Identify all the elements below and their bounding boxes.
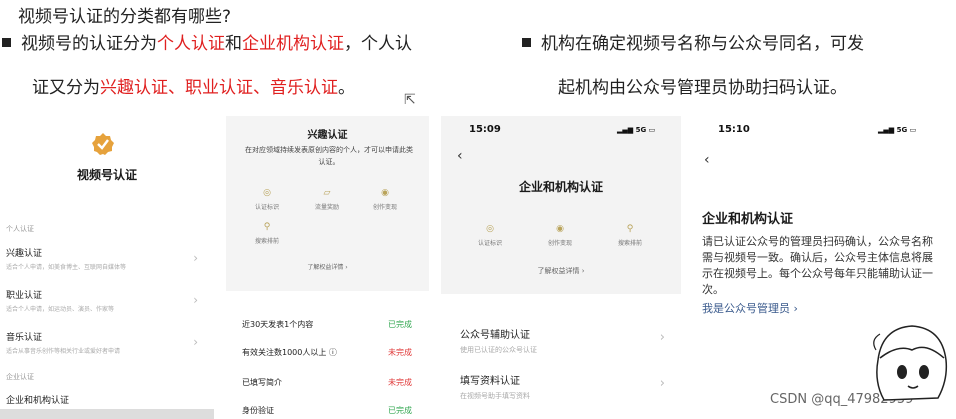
item-name: 职业认证 xyxy=(6,291,43,301)
taskbar-strip xyxy=(0,409,214,419)
item-desc: 适合个人申请，如运动员、演员、作家等 xyxy=(6,306,115,313)
bullet1-red-subtypes: 兴趣认证、职业认证、音乐认证 xyxy=(100,78,338,98)
screenshot-interest-auth: 兴趣认证 在对应领域持续发表原创内容的个人，才可以申请此类认证。 ◎ 认证标识 ▱… xyxy=(226,116,429,419)
coin-icon: ◉ xyxy=(556,224,564,234)
benefit-monetize: ◉ 创作变现 xyxy=(537,224,583,247)
check-circle-icon: ◎ xyxy=(263,188,271,198)
back-icon[interactable]: ‹ xyxy=(704,152,710,168)
benefit-label: 流量奖励 xyxy=(314,204,339,211)
benefit-label: 创作变现 xyxy=(372,204,397,211)
req-row: 身份验证 已完成 xyxy=(242,405,412,416)
panel2-desc: 在对应领域持续发表原创内容的个人，才可以申请此类认证。 xyxy=(245,146,413,166)
chart-icon: ▱ xyxy=(323,188,331,198)
list-item-interest[interactable]: 兴趣认证 适合个人申请，如美食博主、互联网自媒体等 › xyxy=(6,246,206,271)
req-row: 有效关注数1000人以上 ⓘ 未完成 xyxy=(242,347,412,358)
network-label: 5G xyxy=(896,126,908,134)
mouse-cursor-icon: ⇱ xyxy=(404,92,416,108)
benefit-label: 认证标识 xyxy=(254,204,279,211)
req-row: 已填写简介 未完成 xyxy=(242,377,412,388)
item-desc: 适合个人申请，如美食博主、互联网自媒体等 xyxy=(6,264,127,271)
option-desc: 在视频号助手填写资料 xyxy=(460,392,530,400)
bullet1-text-c: 和 xyxy=(225,34,242,54)
bullet2-line1: 机构在确定视频号名称与公众号同名，可发 xyxy=(541,34,864,54)
chevron-right-icon: › xyxy=(193,335,198,349)
mp-admin-link[interactable]: 我是公众号管理员 › xyxy=(702,300,798,316)
option-fill-info[interactable]: 填写资料认证 在视频号助手填写资料 › xyxy=(460,372,665,401)
benefit-traffic: ▱ 流量奖励 xyxy=(304,188,350,211)
chevron-right-icon: › xyxy=(659,330,665,345)
screenshot-org-auth-options: 15:09 ▂▄▆ 5G ▭ ‹ 企业和机构认证 ◎ 认证标识 ◉ 创作变现 ⚲ 搜索… xyxy=(441,116,681,419)
list-item-org[interactable]: 企业和机构认证 xyxy=(6,393,206,406)
panel4-title: 企业和机构认证 xyxy=(702,212,794,227)
benefit-search: ⚲ 搜索排前 xyxy=(607,224,653,247)
req-label: 近30天发表1个内容 xyxy=(242,320,314,329)
bullet1-text-a: 视频号的认证分为 xyxy=(21,34,157,54)
req-status: 未完成 xyxy=(388,348,412,357)
panel1-title: 视频号认证 xyxy=(76,168,137,182)
bullet1-red-org: 企业机构认证 xyxy=(242,34,344,54)
section-org: 企业认证 xyxy=(6,373,34,381)
benefit-label: 搜索排前 xyxy=(254,238,279,245)
benefit-badge: ◎ 认证标识 xyxy=(244,188,290,211)
bullet-square-icon xyxy=(2,38,11,47)
item-name: 兴趣认证 xyxy=(6,249,43,259)
bullet1-text-e: ，个人认 xyxy=(344,34,412,54)
option-name: 公众号辅助认证 xyxy=(460,330,530,341)
status-time: 15:09 xyxy=(469,124,501,135)
chevron-right-icon: › xyxy=(659,376,665,391)
section-personal: 个人认证 xyxy=(6,225,34,233)
screenshot-channel-auth: 视频号认证 个人认证 兴趣认证 适合个人申请，如美食博主、互联网自媒体等 › 职… xyxy=(0,116,214,419)
option-name: 填写资料认证 xyxy=(460,376,520,387)
search-icon: ⚲ xyxy=(263,222,271,232)
option-desc: 使用已认证的公众号认证 xyxy=(460,346,537,354)
bullet1-text-h: 。 xyxy=(338,78,355,98)
bullet-square-icon xyxy=(522,38,531,47)
req-status: 已完成 xyxy=(388,406,412,415)
req-status: 已完成 xyxy=(388,320,412,329)
status-time: 15:10 xyxy=(718,124,750,135)
bullet1-red-personal: 个人认证 xyxy=(157,34,225,54)
benefit-label: 搜索排前 xyxy=(617,240,642,247)
req-label: 有效关注数1000人以上 ⓘ xyxy=(242,348,337,357)
benefit-label: 认证标识 xyxy=(477,240,502,247)
benefit-label: 创作变现 xyxy=(547,240,572,247)
list-item-music[interactable]: 音乐认证 适合从事音乐创作等相关行业或爱好者申请 › xyxy=(6,330,206,355)
req-status: 未完成 xyxy=(388,378,412,387)
back-icon[interactable]: ‹ xyxy=(457,148,463,164)
panel4-body: 请已认证公众号的管理员扫码确认，公众号名称需与视频号一致。确认后，公众号主体信息… xyxy=(702,235,933,296)
status-signal: ▂▄▆ 5G ▭ xyxy=(878,126,917,134)
benefit-badge: ◎ 认证标识 xyxy=(467,224,513,247)
benefit-search: ⚲ 搜索排前 xyxy=(244,222,290,245)
benefit-details-link[interactable]: 了解权益详情 › xyxy=(226,262,429,271)
req-row: 近30天发表1个内容 已完成 xyxy=(242,319,412,330)
panel2-title: 兴趣认证 xyxy=(307,130,348,141)
chevron-right-icon: › xyxy=(193,293,198,307)
chevron-right-icon: › xyxy=(193,251,198,265)
org-option-list: 公众号辅助认证 使用已认证的公众号认证 › 填写资料认证 在视频号助手填写资料 … xyxy=(441,294,681,419)
coin-icon: ◉ xyxy=(381,188,389,198)
anime-mascot-icon xyxy=(873,325,948,401)
org-card: 15:09 ▂▄▆ 5G ▭ ‹ 企业和机构认证 ◎ 认证标识 ◉ 创作变现 ⚲ 搜索… xyxy=(441,116,681,284)
search-icon: ⚲ xyxy=(626,224,634,234)
bullet1-text-f: 证又分为 xyxy=(32,78,100,98)
requirement-list: 近30天发表1个内容 已完成 有效关注数1000人以上 ⓘ 未完成 已填写简介 未完成… xyxy=(226,291,429,419)
req-label: 已填写简介 xyxy=(242,378,282,387)
option-mp-assisted[interactable]: 公众号辅助认证 使用已认证的公众号认证 › xyxy=(460,326,665,355)
check-circle-icon: ◎ xyxy=(486,224,494,234)
bullet2-line2: 起机构由公众号管理员协助扫码认证。 xyxy=(558,78,847,98)
benefit-details-link[interactable]: 了解权益详情 › xyxy=(441,266,681,276)
panel3-title: 企业和机构认证 xyxy=(518,180,603,194)
verified-badge-icon xyxy=(92,133,114,155)
item-desc: 适合从事音乐创作等相关行业或爱好者申请 xyxy=(6,348,121,355)
bullet-org-auth: 机构在确定视频号名称与公众号同名，可发 起机构由公众号管理员协助扫码认证。 xyxy=(522,22,942,110)
benefit-card: 兴趣认证 在对应领域持续发表原创内容的个人，才可以申请此类认证。 ◎ 认证标识 ▱… xyxy=(226,116,429,278)
item-name: 企业和机构认证 xyxy=(6,396,70,406)
req-label: 身份验证 xyxy=(242,406,274,415)
list-item-profession[interactable]: 职业认证 适合个人申请，如运动员、演员、作家等 › xyxy=(6,288,206,313)
benefit-monetize: ◉ 创作变现 xyxy=(362,188,408,211)
status-signal: ▂▄▆ 5G ▭ xyxy=(617,126,656,134)
item-name: 音乐认证 xyxy=(6,333,43,343)
network-label: 5G xyxy=(635,126,647,134)
